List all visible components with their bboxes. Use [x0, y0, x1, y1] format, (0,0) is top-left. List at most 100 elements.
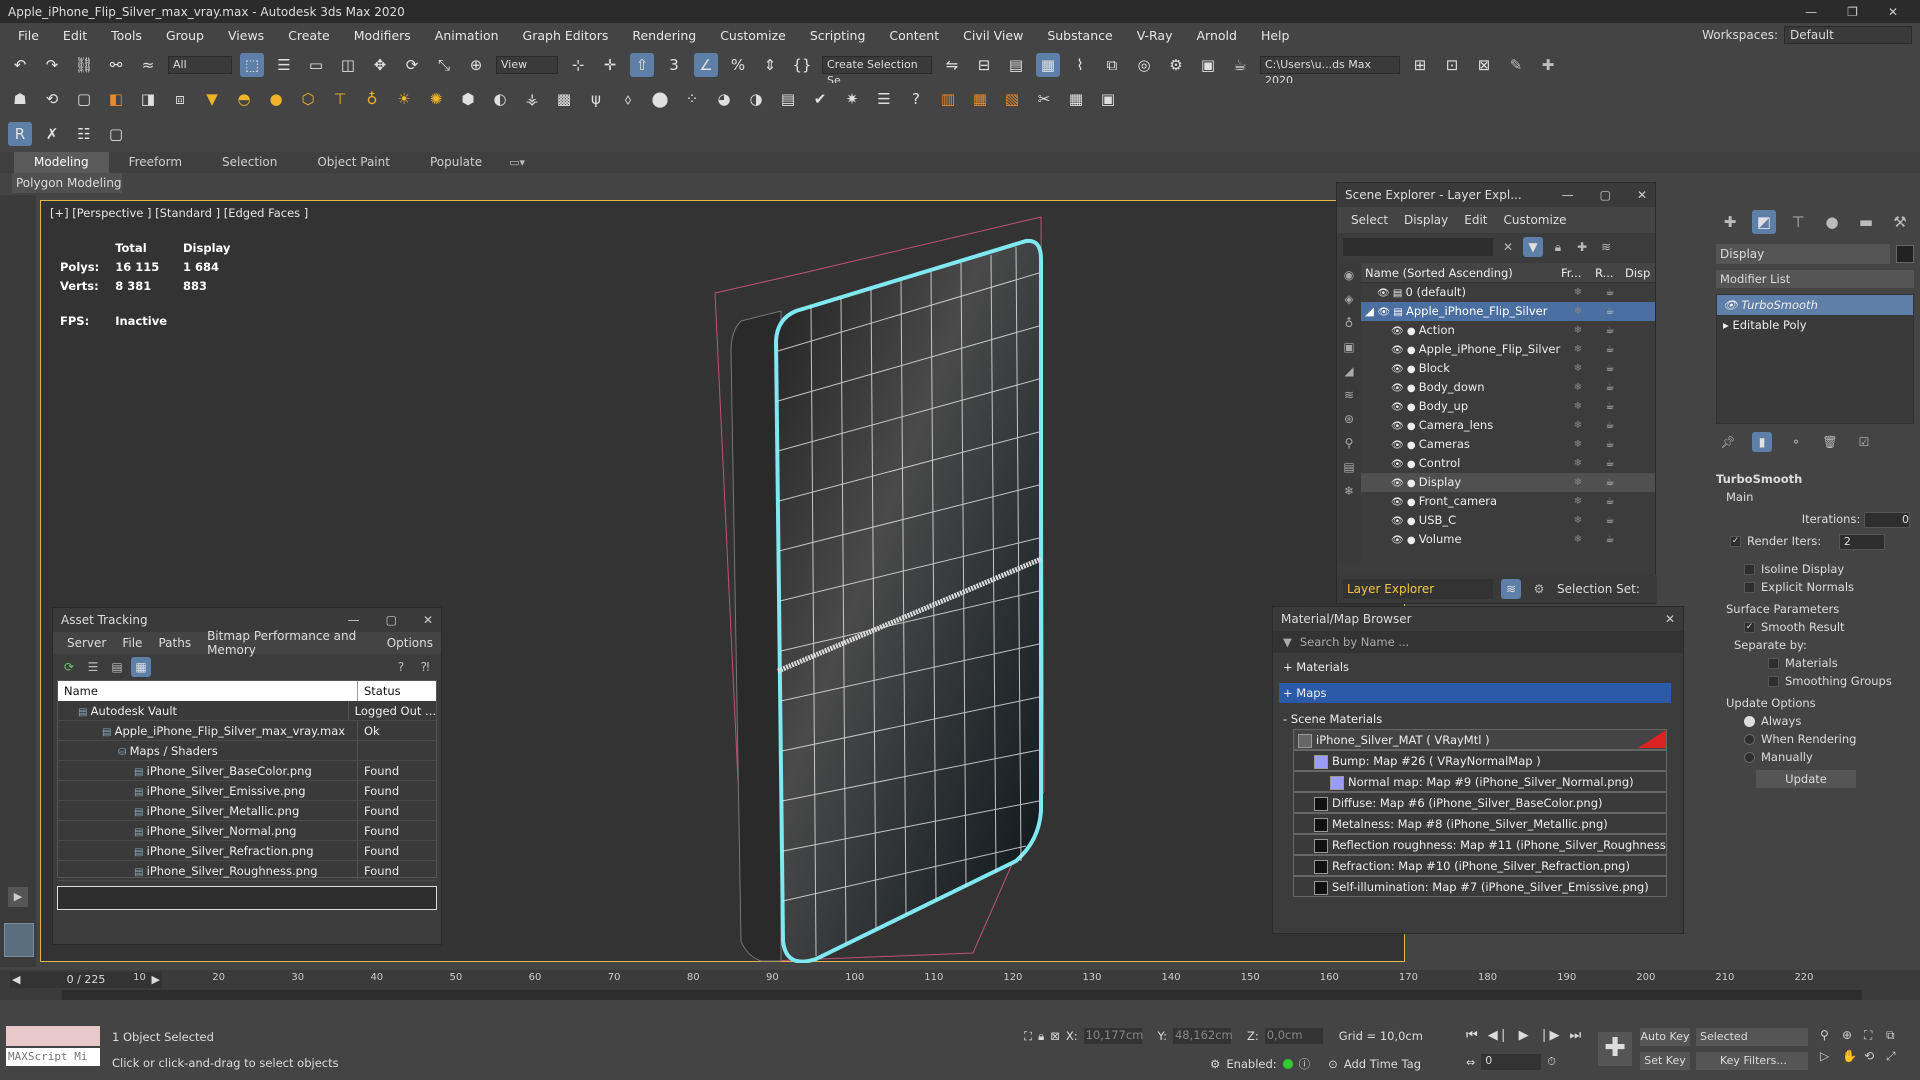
when-rendering-radio[interactable]	[1744, 734, 1755, 745]
visibility-eye-icon[interactable]: 👁︎	[1391, 364, 1407, 375]
material-tree-item[interactable]: Diffuse: Map #6 (iPhone_Silver_BaseColor…	[1293, 792, 1667, 813]
se-object-row[interactable]: 👁︎ ● Block ❄ ☕	[1361, 359, 1655, 378]
stack-eye-icon[interactable]: 👁︎	[1723, 298, 1741, 312]
renderable-icon[interactable]: ☕	[1595, 359, 1625, 378]
freeze-icon[interactable]: ❄	[1561, 530, 1595, 549]
selection-filter-dropdown[interactable]: All	[168, 56, 232, 74]
percent-snap-icon[interactable]: %	[726, 53, 750, 77]
zoom-all-icon[interactable]: ⊕	[1842, 1028, 1864, 1043]
sep-materials-checkbox[interactable]	[1768, 658, 1779, 669]
visibility-eye-icon[interactable]: 👁︎	[1391, 497, 1407, 508]
renderable-icon[interactable]: ☕	[1595, 435, 1625, 454]
x-coord-field[interactable]: 10,177cm	[1083, 1028, 1143, 1044]
menu-customize[interactable]: Customize	[708, 28, 798, 43]
rollout-title[interactable]: TurboSmooth	[1716, 470, 1914, 488]
at-list-icon[interactable]: ☰	[83, 657, 103, 677]
se-menu-display[interactable]: Display	[1396, 213, 1456, 227]
sphere-light-icon[interactable]: ●	[264, 87, 288, 111]
visibility-eye-icon[interactable]: 👁︎	[1391, 516, 1407, 527]
wrench-icon[interactable]: ✗	[40, 122, 64, 146]
menu-help[interactable]: Help	[1249, 28, 1302, 43]
at-minimize-icon[interactable]: —	[348, 613, 360, 627]
layer-icon[interactable]: ⊡	[1440, 53, 1464, 77]
se-filter-icons[interactable]: ◉ ◈ ♁ ▣ ◢ ≋ ⊛ ⚲ ▤ ❄	[1337, 263, 1361, 503]
maxscript-input[interactable]: MAXScript Mi	[6, 1048, 100, 1066]
sphere-icon[interactable]: ◐	[488, 87, 512, 111]
enabled-indicator[interactable]	[1282, 1059, 1293, 1069]
menu-modifiers[interactable]: Modifiers	[342, 28, 423, 43]
y-coord-field[interactable]: 48,162cm	[1172, 1028, 1233, 1044]
schematic-view-icon[interactable]: ⧉	[1100, 53, 1124, 77]
plus-icon[interactable]: ✚	[1536, 53, 1560, 77]
minimize-icon[interactable]: —	[1805, 5, 1817, 19]
renderable-icon[interactable]: ☕	[1595, 454, 1625, 473]
at-path-field[interactable]	[57, 886, 437, 910]
freeze-icon[interactable]: ❄	[1561, 321, 1595, 340]
named-selection-dropdown[interactable]: Create Selection Se	[822, 56, 932, 87]
visibility-eye-icon[interactable]: 👁︎	[1391, 402, 1407, 413]
mb-close-icon[interactable]: ✕	[1665, 612, 1675, 626]
proxy-icon[interactable]: ⬢	[456, 87, 480, 111]
update-button[interactable]: Update	[1756, 770, 1856, 788]
menu-file[interactable]: File	[6, 28, 51, 43]
auto-key-button[interactable]: Auto Key	[1640, 1028, 1690, 1046]
se-layers-icon[interactable]: ≋	[1597, 238, 1615, 256]
asset-row[interactable]: ▤ iPhone_Silver_Refraction.png Found	[58, 841, 436, 861]
material-tree-item[interactable]: Self-illumination: Map #7 (iPhone_Silver…	[1293, 876, 1667, 897]
render-elements-icon[interactable]: ⧈	[168, 87, 192, 111]
rendered-frame-icon[interactable]: ▣	[1196, 53, 1220, 77]
at-details-icon[interactable]: ▤	[107, 657, 127, 677]
render-iters-checkbox[interactable]: ✓	[1730, 536, 1741, 547]
se-sort-icon[interactable]: ≋	[1501, 579, 1521, 599]
freeze-icon[interactable]: ❄	[1561, 283, 1595, 302]
project-path-dropdown[interactable]: C:\Users\u...ds Max 2020	[1260, 56, 1400, 87]
add-time-tag[interactable]: Add Time Tag	[1344, 1057, 1421, 1071]
freeze-icon[interactable]: ❄	[1561, 492, 1595, 511]
effects-icon[interactable]: ✷	[840, 87, 864, 111]
modifier-list-dropdown[interactable]: Modifier List	[1716, 270, 1914, 288]
menu-rendering[interactable]: Rendering	[620, 28, 708, 43]
menu-content[interactable]: Content	[877, 28, 951, 43]
key-mode-icon[interactable]: ⇔	[1466, 1056, 1475, 1069]
menu-arnold[interactable]: Arnold	[1185, 28, 1249, 43]
always-radio[interactable]	[1744, 716, 1755, 727]
menu-scripting[interactable]: Scripting	[798, 28, 878, 43]
freeze-icon[interactable]: ❄	[1561, 473, 1595, 492]
scene-states-icon[interactable]: ⊠	[1472, 53, 1496, 77]
se-menu-select[interactable]: Select	[1343, 213, 1396, 227]
se-filter-icon[interactable]: ▼	[1523, 237, 1543, 257]
at-menu-file[interactable]: File	[114, 636, 150, 650]
move-icon[interactable]: ✥	[368, 53, 392, 77]
zoom-extents-icon[interactable]: ⛶	[1864, 1028, 1886, 1043]
visibility-eye-icon[interactable]: 👁︎	[1378, 307, 1394, 318]
visibility-eye-icon[interactable]: 👁︎	[1391, 459, 1407, 470]
render-iters-spinner[interactable]: 2	[1838, 533, 1885, 550]
keyboard-shortcut-icon[interactable]: ⇧	[630, 53, 654, 77]
se-object-row[interactable]: 👁︎ ● Front_camera ❄ ☕	[1361, 492, 1655, 511]
adaptive-degradation-icon[interactable]: ⚙	[1210, 1057, 1220, 1071]
layer-explorer-dropdown[interactable]: Layer Explorer	[1343, 579, 1493, 599]
ribbon-options-icon[interactable]: ▭▾	[502, 154, 532, 172]
isoline-checkbox[interactable]	[1744, 564, 1755, 575]
menu-graph-editors[interactable]: Graph Editors	[511, 28, 621, 43]
at-close-icon[interactable]: ✕	[423, 613, 433, 627]
freeze-icon[interactable]: ❄	[1561, 302, 1595, 321]
tools-icon[interactable]: ✂	[1032, 87, 1056, 111]
viewport-label[interactable]: [+] [Perspective ] [Standard ] [Edged Fa…	[50, 206, 308, 220]
settings-list-icon[interactable]: ☰	[872, 87, 896, 111]
renderable-icon[interactable]: ☕	[1595, 416, 1625, 435]
scale-icon[interactable]: ⤡	[432, 53, 456, 77]
object-color-swatch[interactable]	[1896, 245, 1914, 263]
tab-freeform[interactable]: Freeform	[109, 152, 202, 173]
rect-selection-icon[interactable]: ▭	[304, 53, 328, 77]
mb-materials[interactable]: + Materials	[1279, 657, 1671, 677]
pan-icon[interactable]: ✋	[1842, 1049, 1864, 1064]
se-menu-edit[interactable]: Edit	[1456, 213, 1495, 227]
show-end-result-icon[interactable]: ▮	[1752, 432, 1772, 452]
interactive-render-icon[interactable]: ⟲	[40, 87, 64, 111]
se-col-render[interactable]: R...	[1595, 263, 1625, 282]
hierarchy-tab-icon[interactable]: ⊤	[1786, 210, 1810, 234]
key-filters-button[interactable]: Key Filters...	[1696, 1052, 1808, 1070]
time-config-icon[interactable]: ⏱	[1547, 1055, 1556, 1069]
unlink-icon[interactable]: ⚯	[104, 53, 128, 77]
